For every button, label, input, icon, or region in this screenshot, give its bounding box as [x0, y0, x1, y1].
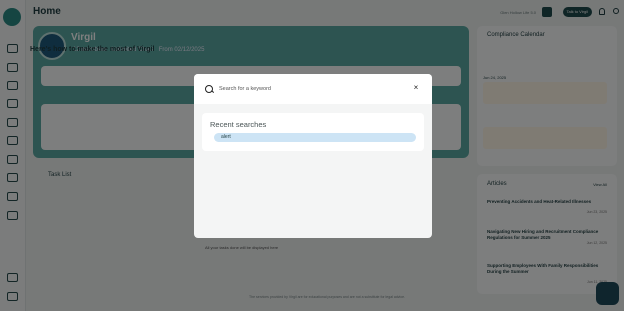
search-input[interactable]: [219, 83, 399, 95]
close-button[interactable]: ×: [410, 82, 422, 94]
recent-searches: Recent searches alert: [202, 113, 424, 151]
recent-searches-title: Recent searches: [210, 120, 267, 129]
search-icon: [205, 85, 213, 93]
search-modal: × Recent searches alert: [194, 74, 432, 238]
search-bar: ×: [194, 74, 432, 104]
recent-search-chip[interactable]: alert: [214, 133, 416, 142]
